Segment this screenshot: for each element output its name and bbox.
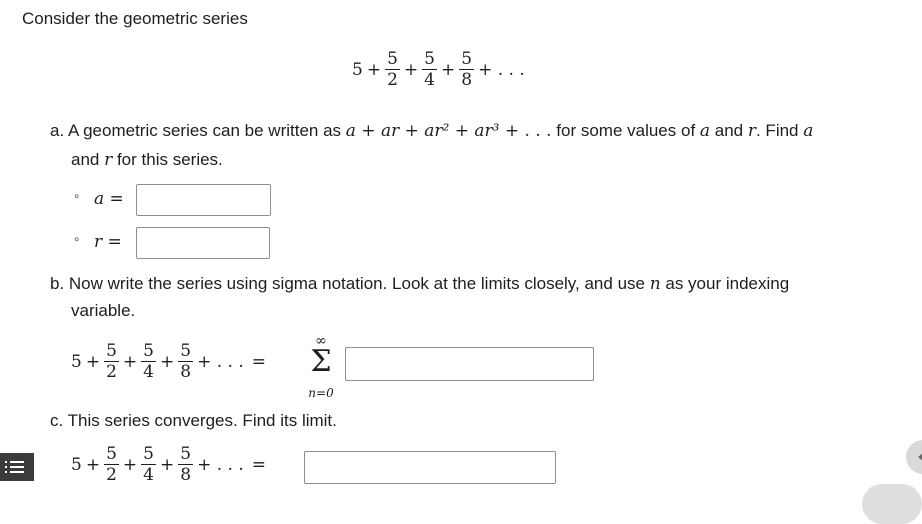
sigma-lower-limit: n=0	[308, 386, 334, 400]
main-series: 5 +5 2 +5 4 +5 8 + . . .	[352, 49, 525, 90]
r-input[interactable]	[136, 227, 270, 259]
collapse-panel-icon[interactable]	[906, 440, 922, 474]
intro-text: Consider the geometric series	[22, 9, 248, 28]
part-b-question-line2: variable.	[71, 301, 136, 320]
bullet-a: ◦	[74, 188, 80, 205]
a-input[interactable]	[136, 184, 271, 216]
bullet-r: ◦	[74, 231, 80, 248]
fraction-5-4: 54	[422, 49, 437, 90]
limit-answer-input[interactable]	[304, 451, 556, 484]
sigma-answer-input[interactable]	[345, 347, 594, 381]
part-a-question: a. A geometric series can be written as …	[50, 121, 814, 141]
part-b-question: b. Now write the series using sigma nota…	[50, 274, 790, 294]
geometric-formula: a + ar + ar² + ar³ + . . .	[345, 121, 552, 141]
sigma-symbol: Σ	[310, 344, 332, 379]
series-ellipsis: + . . .	[478, 60, 525, 80]
part-b-series: 5 +5 2 +5 4 +5 8 + . . . =	[71, 341, 266, 382]
part-c-question: c. This series converges. Find its limit…	[50, 411, 337, 430]
corner-handle[interactable]	[862, 484, 922, 524]
r-label: r =	[94, 232, 122, 252]
part-c-series: 5 +5 2 +5 4 +5 8 + . . . =	[71, 444, 266, 485]
fraction-5-8: 58	[459, 49, 475, 90]
menu-icon[interactable]	[0, 453, 34, 481]
a-label: a =	[94, 189, 124, 209]
fraction-5-2: 52	[385, 49, 400, 90]
series-lead: 5	[352, 60, 363, 80]
part-a-question-line2: and r for this series.	[71, 150, 223, 170]
